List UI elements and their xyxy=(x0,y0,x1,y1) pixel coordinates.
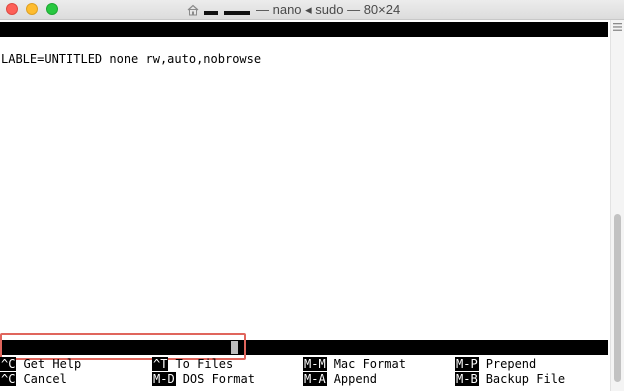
shortcut-label: Backup File xyxy=(485,372,566,386)
save-prompt-bar[interactable]: File Name to Write: /etc/fstab xyxy=(0,340,608,384)
shortcut-label: Get Help xyxy=(23,357,82,371)
shortcut-label: To Files xyxy=(175,357,234,371)
shortcut-dos-format[interactable]: M-D DOS Format xyxy=(152,372,255,386)
shortcut-key: ^C xyxy=(0,372,17,386)
home-icon xyxy=(187,4,199,15)
shortcut-label: Cancel xyxy=(23,372,67,386)
shortcut-prepend[interactable]: M-P Prepend xyxy=(455,357,536,371)
shortcut-label: Append xyxy=(333,372,378,386)
shortcut-label: DOS Format xyxy=(182,372,255,386)
nano-modified-status: Modified xyxy=(534,67,592,81)
terminal-window: — nano ◂ sudo — 80×24 GNU nano 2.0.6 Fil… xyxy=(0,0,624,391)
window-title: — nano ◂ sudo — 80×24 xyxy=(186,0,400,19)
shortcut-key: M-D xyxy=(152,372,176,386)
shortcut-to-files[interactable]: ^T To Files xyxy=(152,357,233,371)
shortcut-key: ^T xyxy=(152,357,169,371)
shortcut-backup-file[interactable]: M-B Backup File xyxy=(455,372,565,386)
shortcut-label: Prepend xyxy=(485,357,537,371)
shortcut-append[interactable]: M-A Append xyxy=(303,372,377,386)
shortcut-key: M-M xyxy=(303,357,327,371)
redacted-hostname xyxy=(224,11,250,15)
redacted-username xyxy=(204,11,218,15)
scrollbar-thumb[interactable] xyxy=(614,214,621,382)
shortcut-key: M-P xyxy=(455,357,479,371)
zoom-button[interactable] xyxy=(46,3,58,15)
vertical-scrollbar[interactable] xyxy=(610,20,624,391)
file-content-line[interactable]: LABLE=UNTITLED none rw,auto,nobrowse xyxy=(1,52,261,67)
shortcut-key: M-B xyxy=(455,372,479,386)
text-cursor xyxy=(231,341,238,354)
shortcut-cancel[interactable]: ^C Cancel xyxy=(0,372,67,386)
menu-lines-icon xyxy=(613,23,622,31)
title-bar: — nano ◂ sudo — 80×24 xyxy=(0,0,624,20)
close-button[interactable] xyxy=(6,3,18,15)
shortcut-label: Mac Format xyxy=(333,357,406,371)
nano-version: GNU nano 2.0.6 xyxy=(14,37,116,51)
shortcut-key: ^C xyxy=(0,357,17,371)
nano-header-bar: GNU nano 2.0.6 File: /etc/fstab Modified xyxy=(0,22,608,81)
window-title-text: — nano ◂ sudo — 80×24 xyxy=(256,1,401,17)
shortcut-get-help[interactable]: ^C Get Help xyxy=(0,357,81,371)
terminal-content[interactable]: GNU nano 2.0.6 File: /etc/fstab Modified… xyxy=(0,20,610,391)
minimize-button[interactable] xyxy=(26,3,38,15)
shortcut-key: M-A xyxy=(303,372,327,386)
shortcut-mac-format[interactable]: M-M Mac Format xyxy=(303,357,406,371)
